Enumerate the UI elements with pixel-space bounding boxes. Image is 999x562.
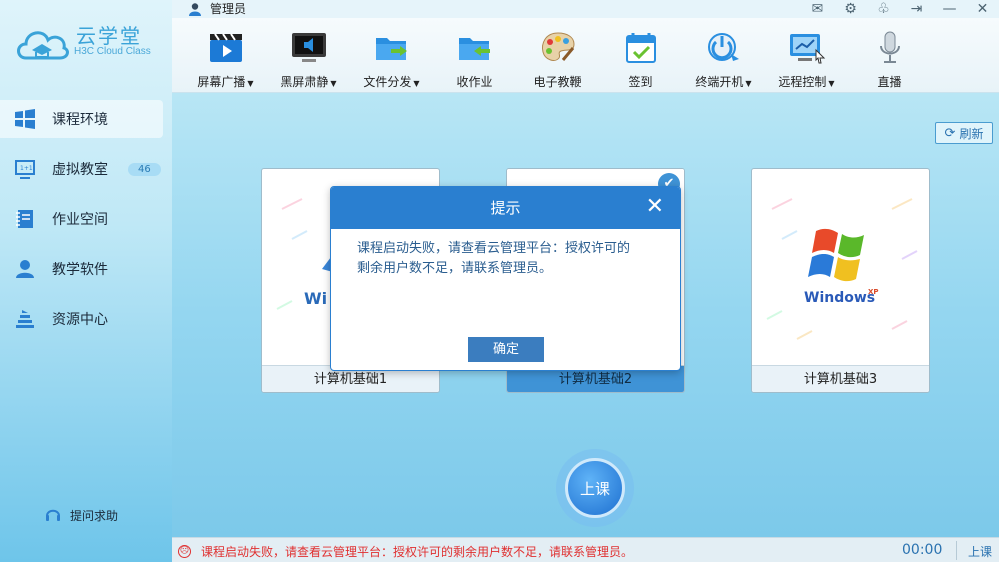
notebook-icon — [16, 210, 33, 228]
sidebar-nav: 课程环境 1+1 虚拟教室 46 作业空间 教学软件 资源中心 — [0, 100, 172, 350]
headset-icon — [46, 509, 60, 521]
dialog-close-icon[interactable]: ✕ — [646, 187, 664, 227]
count-badge: 46 — [128, 162, 161, 176]
classroom-board-icon: 1+1 — [15, 160, 35, 179]
brand-subtitle: H3C Cloud Class — [74, 46, 151, 57]
start-class-button[interactable]: 上课 — [556, 449, 634, 527]
course-name: 计算机基础3 — [752, 365, 929, 392]
title-bar: 管理员 ✉ ⚙ ♧ ⇥ — ✕ — [172, 0, 999, 18]
windows-logo-text: Windows — [804, 290, 875, 306]
help-button[interactable]: 提问求助 — [44, 506, 118, 524]
sidebar-item-teaching-software[interactable]: 教学软件 — [0, 250, 163, 288]
mail-icon[interactable]: ✉ — [801, 0, 834, 18]
sidebar-item-label: 虚拟教室 — [52, 162, 108, 178]
tool-label: 直播 — [877, 75, 902, 89]
cloud-logo-icon — [17, 31, 69, 60]
sidebar-item-label: 教学软件 — [52, 262, 108, 278]
live-stream-button[interactable]: 直播 — [848, 18, 931, 93]
status-start-class-button[interactable]: 上课 — [968, 543, 992, 560]
windows-logo-text: Wi — [304, 289, 327, 308]
status-message: ☹ 课程启动失败，请查看云管理平台：授权许可的剩余用户数不足，请联系管理员。 — [178, 543, 633, 560]
screen-broadcast-button[interactable]: 屏幕广播 ▼ — [184, 18, 267, 93]
tool-label: 电子教鞭 — [533, 75, 582, 89]
sidebar-item-label: 作业空间 — [52, 212, 108, 228]
calendar-check-icon — [625, 33, 656, 63]
folder-receive-icon — [458, 38, 490, 60]
sidebar-item-label: 课程环境 — [52, 112, 108, 128]
tool-label: 收作业 — [456, 75, 493, 89]
ok-button[interactable]: 确定 — [468, 337, 544, 362]
tool-label: 终端开机 — [695, 75, 744, 89]
sidebar: 云学堂 H3C Cloud Class 课程环境 1+1 虚拟教室 46 作业空… — [0, 0, 172, 562]
refresh-button[interactable]: ⟳ 刷新 — [935, 122, 993, 144]
course-card[interactable]: Windows XP 计算机基础3 — [751, 168, 930, 393]
alert-dialog: 提示 ✕ 课程启动失败，请查看云管理平台：授权许可的 剩余用户数不足，请联系管理… — [330, 186, 681, 371]
chevron-down-icon: ▼ — [828, 79, 835, 88]
app-logo: 云学堂 H3C Cloud Class — [14, 18, 164, 68]
tool-label: 黑屏肃静 — [280, 75, 329, 89]
dialog-header: 提示 ✕ — [331, 187, 680, 229]
user-info[interactable]: 管理员 — [188, 0, 246, 17]
user-software-icon — [16, 260, 34, 278]
sidebar-item-homework[interactable]: 作业空间 — [0, 200, 163, 238]
terminal-power-button[interactable]: 终端开机 ▼ — [682, 18, 765, 93]
collect-homework-button[interactable]: 收作业 — [433, 18, 516, 93]
minimize-icon[interactable]: — — [933, 0, 966, 18]
palette-icon — [541, 32, 575, 61]
folder-send-icon — [375, 38, 407, 60]
monitor-mute-icon — [291, 33, 326, 62]
power-icon — [707, 33, 739, 61]
dialog-title: 提示 — [490, 199, 521, 217]
windows-grid-icon — [15, 109, 35, 129]
sidebar-item-resource-center[interactable]: 资源中心 — [0, 300, 163, 338]
resource-stack-icon — [16, 310, 34, 328]
dialog-message-line: 课程启动失败，请查看云管理平台：授权许可的 — [357, 241, 631, 256]
windows-xp-flag-icon — [808, 228, 864, 282]
sidebar-item-virtual-classroom[interactable]: 1+1 虚拟教室 46 — [0, 150, 163, 188]
sidebar-item-course-env[interactable]: 课程环境 — [0, 100, 163, 138]
xp-superscript: XP — [868, 288, 879, 296]
chevron-down-icon: ▼ — [745, 79, 752, 88]
tool-label: 远程控制 — [778, 75, 827, 89]
status-text: 课程启动失败，请查看云管理平台：授权许可的剩余用户数不足，请联系管理员。 — [201, 545, 634, 559]
course-thumbnail: Windows XP — [766, 198, 918, 340]
e-pointer-button[interactable]: 电子教鞭 — [516, 18, 599, 93]
svg-text:1+1: 1+1 — [20, 165, 33, 172]
skin-icon[interactable]: ♧ — [867, 0, 900, 18]
logout-icon[interactable]: ⇥ — [900, 0, 933, 18]
divider — [956, 541, 957, 560]
sad-face-icon: ☹ — [178, 545, 191, 558]
dialog-message-line: 剩余用户数不足，请联系管理员。 — [357, 261, 553, 276]
refresh-icon: ⟳ — [944, 125, 956, 141]
sign-in-button[interactable]: 签到 — [599, 18, 682, 93]
tool-label: 文件分发 — [363, 75, 412, 89]
file-distribute-button[interactable]: 文件分发 ▼ — [350, 18, 433, 93]
tool-label: 签到 — [628, 75, 653, 89]
chevron-down-icon: ▼ — [247, 79, 254, 88]
user-name: 管理员 — [210, 2, 247, 16]
remote-control-button[interactable]: 远程控制 ▼ — [765, 18, 848, 93]
refresh-label: 刷新 — [959, 126, 984, 141]
help-label: 提问求助 — [70, 508, 119, 523]
brand-name: 云学堂 — [76, 24, 142, 48]
sidebar-item-label: 资源中心 — [52, 312, 108, 328]
class-timer: 00:00 — [902, 542, 943, 558]
microphone-icon — [879, 31, 900, 63]
dialog-message: 课程启动失败，请查看云管理平台：授权许可的 剩余用户数不足，请联系管理员。 — [331, 229, 680, 289]
status-bar: ☹ 课程启动失败，请查看云管理平台：授权许可的剩余用户数不足，请联系管理员。 0… — [172, 537, 999, 562]
start-class-label: 上课 — [579, 479, 610, 498]
settings-icon[interactable]: ⚙ — [834, 0, 867, 18]
chevron-down-icon: ▼ — [330, 79, 337, 88]
close-icon[interactable]: ✕ — [966, 0, 999, 18]
video-clapper-icon — [209, 33, 242, 62]
black-screen-button[interactable]: 黑屏肃静 ▼ — [267, 18, 350, 93]
tool-label: 屏幕广播 — [197, 75, 246, 89]
window-controls: ✉ ⚙ ♧ ⇥ — ✕ — [801, 0, 999, 18]
user-avatar-icon — [189, 2, 201, 16]
main-toolbar: 屏幕广播 ▼ 黑屏肃静 ▼ 文件分发 ▼ 收作业 电子教鞭 签到 终端开机 ▼ … — [172, 18, 999, 93]
remote-monitor-icon — [789, 34, 825, 64]
chevron-down-icon: ▼ — [413, 79, 420, 88]
